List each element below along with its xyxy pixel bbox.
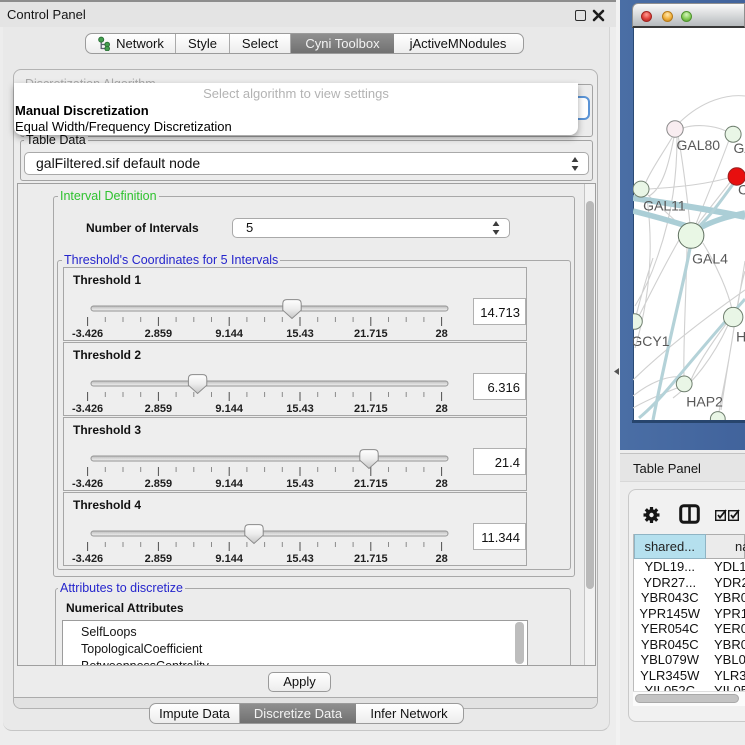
svg-text:21.715: 21.715 — [354, 478, 388, 490]
svg-text:28: 28 — [435, 478, 447, 490]
svg-text:-3.426: -3.426 — [72, 403, 103, 415]
svg-text:GAL4: GAL4 — [692, 251, 728, 267]
svg-text:28: 28 — [435, 328, 447, 340]
svg-text:-3.426: -3.426 — [72, 478, 103, 490]
svg-text:CA: CA — [738, 182, 745, 198]
svg-text:15.43: 15.43 — [286, 478, 314, 490]
svg-text:21.715: 21.715 — [354, 403, 388, 415]
svg-text:GAL80: GAL80 — [677, 137, 721, 153]
svg-text:-3.426: -3.426 — [72, 328, 103, 340]
svg-text:H: H — [736, 329, 745, 345]
svg-text:15.43: 15.43 — [286, 328, 314, 340]
svg-text:2.859: 2.859 — [145, 328, 173, 340]
svg-text:GAL11: GAL11 — [643, 197, 686, 213]
svg-text:15.43: 15.43 — [286, 553, 314, 565]
svg-text:-3.426: -3.426 — [72, 553, 103, 565]
svg-text:9.144: 9.144 — [215, 553, 243, 565]
svg-text:GCY1: GCY1 — [633, 333, 670, 349]
svg-text:HAP2: HAP2 — [686, 394, 723, 410]
svg-text:21.715: 21.715 — [354, 328, 388, 340]
svg-text:2.859: 2.859 — [145, 553, 173, 565]
svg-text:21.715: 21.715 — [354, 553, 388, 565]
svg-text:GA: GA — [734, 140, 745, 156]
svg-text:9.144: 9.144 — [215, 403, 243, 415]
svg-text:2.859: 2.859 — [145, 403, 173, 415]
svg-text:9.144: 9.144 — [215, 328, 243, 340]
svg-text:9.144: 9.144 — [215, 478, 243, 490]
svg-text:28: 28 — [435, 403, 447, 415]
svg-text:15.43: 15.43 — [286, 403, 314, 415]
svg-text:2.859: 2.859 — [145, 478, 173, 490]
svg-text:28: 28 — [435, 553, 447, 565]
